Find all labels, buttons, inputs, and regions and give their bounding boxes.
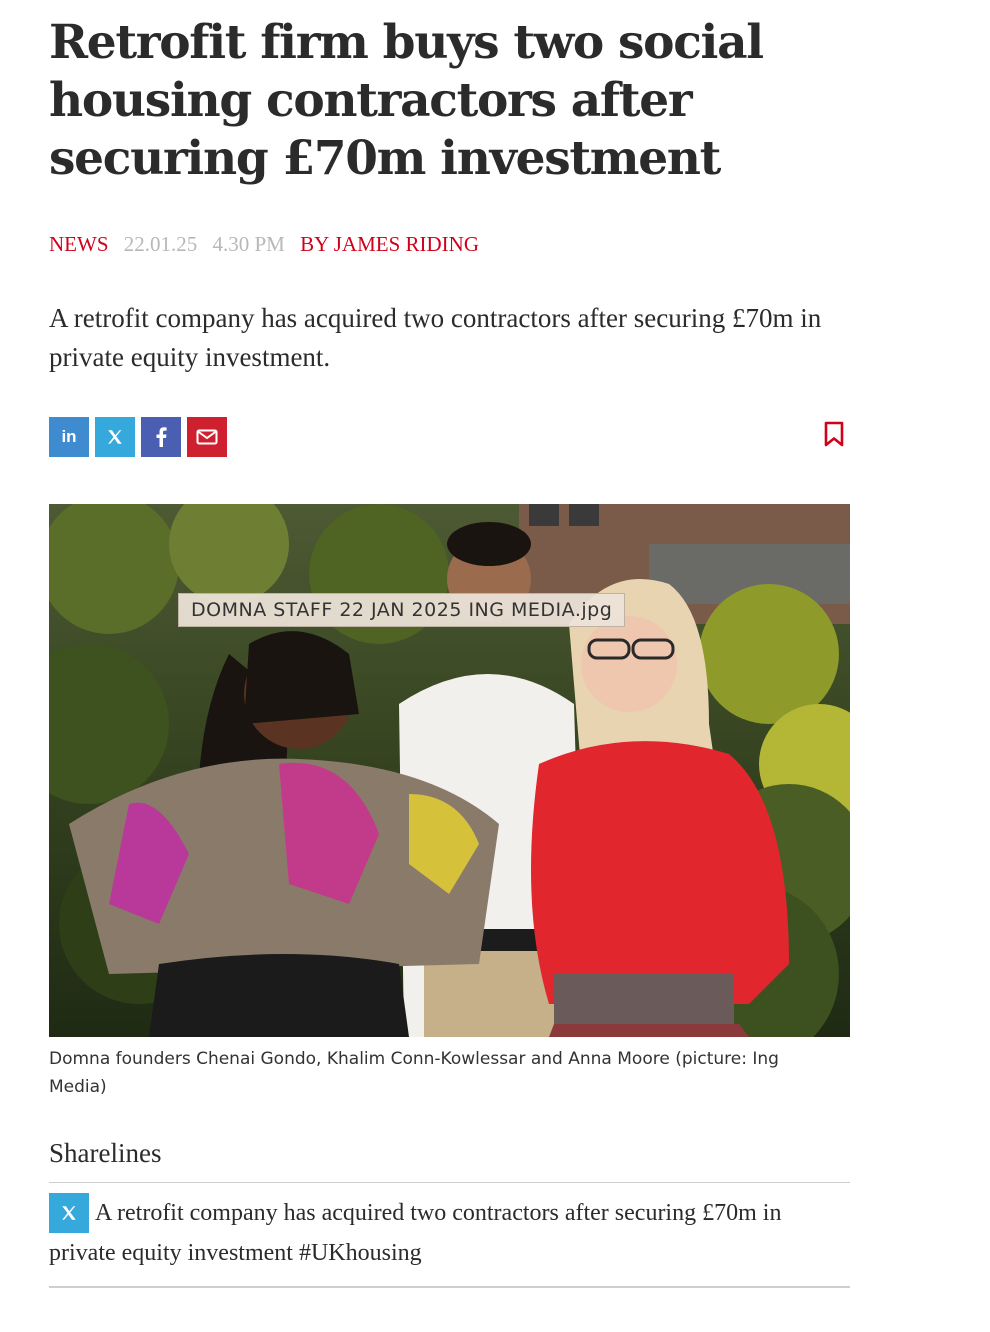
image-filename-tooltip: DOMNA STAFF 22 JAN 2025 ING MEDIA.jpg: [178, 593, 626, 627]
section-link[interactable]: NEWS: [49, 232, 109, 256]
share-email-button[interactable]: [187, 417, 227, 457]
x-icon: [108, 430, 122, 444]
facebook-icon: [156, 427, 167, 447]
linkedin-icon: in: [61, 427, 77, 446]
share-facebook-button[interactable]: [141, 417, 181, 457]
bookmark-icon[interactable]: [822, 420, 846, 448]
author-link[interactable]: BY JAMES RIDING: [300, 232, 479, 256]
email-icon: [196, 429, 218, 445]
sharelines-heading: Sharelines: [49, 1138, 162, 1168]
article-meta: NEWS 22.01.25 4.30 PM BY JAMES RIDING: [49, 232, 489, 257]
shareline-text: A retrofit company has acquired two cont…: [49, 1200, 782, 1266]
share-bar: in: [49, 417, 227, 457]
article-headline: Retrofit firm buys two social housing co…: [49, 15, 764, 186]
image-caption: Domna founders Chenai Gondo, Khalim Conn…: [49, 1049, 779, 1097]
shareline-item[interactable]: A retrofit company has acquired two cont…: [49, 1193, 850, 1273]
photo-illustration: [49, 504, 850, 1037]
article-standfirst: A retrofit company has acquired two cont…: [49, 303, 822, 372]
x-icon: [62, 1206, 76, 1220]
share-x-button[interactable]: [95, 417, 135, 457]
sharelines-divider-top: [49, 1182, 850, 1183]
shareline-x-button[interactable]: [49, 1193, 89, 1233]
publish-time: 4.30 PM: [212, 232, 285, 256]
sharelines-divider-bottom: [49, 1286, 850, 1288]
article-image: DOMNA STAFF 22 JAN 2025 ING MEDIA.jpg: [49, 504, 850, 1037]
publish-date: 22.01.25: [123, 232, 198, 256]
share-linkedin-button[interactable]: in: [49, 417, 89, 457]
